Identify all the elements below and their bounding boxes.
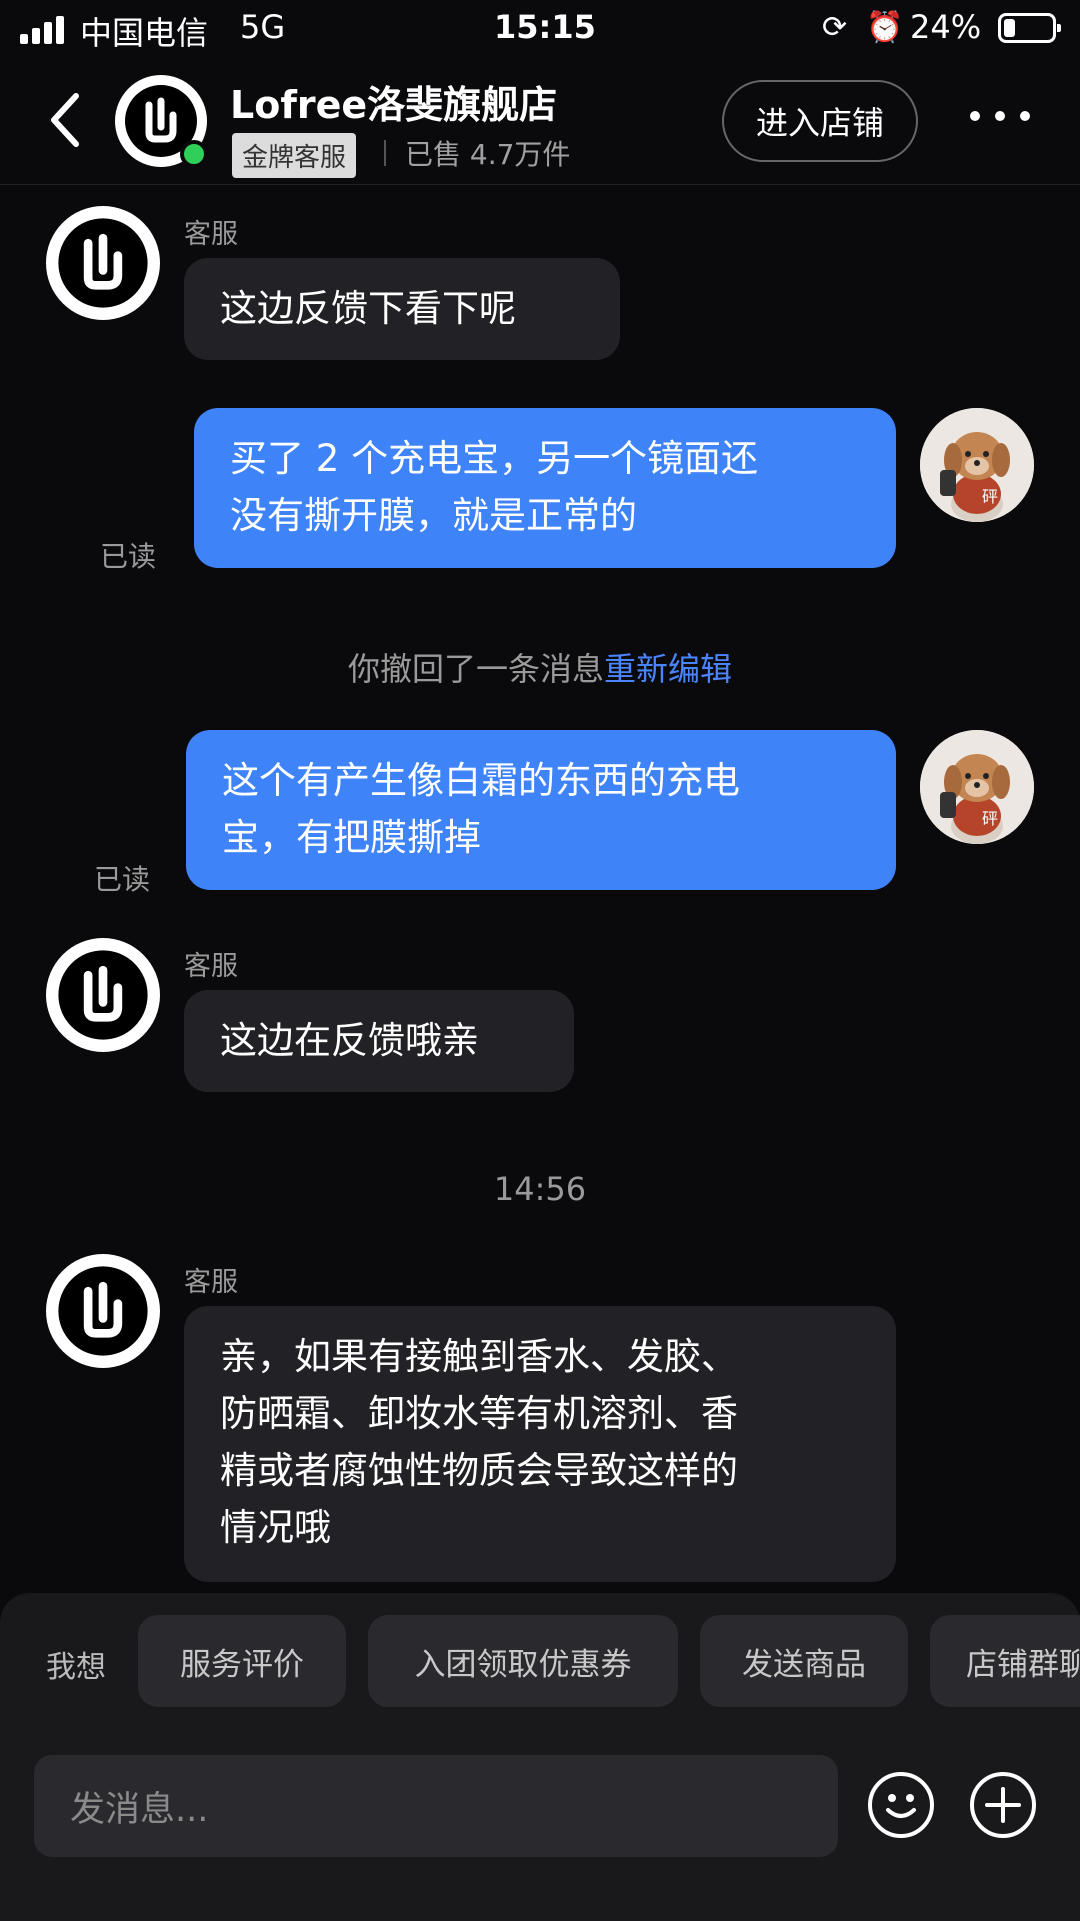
network-label: 5G	[240, 8, 286, 46]
message-line: 精或者腐蚀性物质会导致这样的	[220, 1449, 738, 1492]
carrier-label: 中国电信	[80, 14, 209, 52]
more-icon[interactable]	[970, 96, 1030, 136]
shop-avatar[interactable]	[46, 938, 160, 1052]
shop-avatar[interactable]	[46, 1254, 160, 1368]
online-status-dot	[180, 140, 208, 168]
recall-notice: 你撤回了一条消息重新编辑	[0, 644, 1080, 690]
emoji-icon[interactable]	[868, 1772, 934, 1838]
message-line: 买了 2 个充电宝，另一个镜面还	[230, 437, 759, 480]
status-time: 15:15	[494, 8, 596, 46]
chip-join-group-coupon[interactable]: 入团领取优惠券	[368, 1615, 678, 1707]
timestamp: 14:56	[493, 1170, 587, 1208]
recall-text: 你撤回了一条消息	[347, 650, 604, 688]
message-bubble-shop[interactable]: 这边在反馈哦亲	[184, 990, 574, 1092]
message-line: 情况哦	[220, 1506, 331, 1549]
gold-service-badge: 金牌客服	[232, 133, 357, 178]
message-bubble-shop[interactable]: 亲，如果有接触到香水、发胶、 防晒霜、卸妆水等有机溶剂、香 精或者腐蚀性物质会导…	[184, 1306, 896, 1582]
message-input[interactable]: 发消息...	[34, 1755, 838, 1857]
chip-shop-group[interactable]: 店铺群聊	[930, 1615, 1080, 1707]
sender-name: 客服	[184, 1267, 238, 1298]
message-line: 宝，有把膜撕掉	[222, 816, 481, 859]
message-line: 这个有产生像白霜的东西的充电	[222, 759, 740, 802]
chip-service-rating[interactable]: 服务评价	[138, 1615, 346, 1707]
battery-percent: 24%	[910, 8, 982, 46]
chip-send-product[interactable]: 发送商品	[700, 1615, 908, 1707]
message-bubble-user[interactable]: 买了 2 个充电宝，另一个镜面还 没有撕开膜，就是正常的	[194, 408, 896, 568]
re-edit-link[interactable]: 重新编辑	[604, 650, 732, 688]
sender-name: 客服	[184, 951, 238, 982]
signal-icon	[20, 14, 66, 44]
shop-avatar[interactable]	[46, 206, 160, 320]
read-receipt: 已读	[100, 540, 157, 573]
message-line: 防晒霜、卸妆水等有机溶剂、香	[220, 1392, 738, 1435]
shop-name[interactable]: Lofree洛斐旗舰店	[230, 74, 557, 129]
message-line: 亲，如果有接触到香水、发胶、	[220, 1335, 738, 1378]
user-avatar[interactable]: 砰	[920, 408, 1034, 522]
enter-shop-button[interactable]: 进入店铺	[722, 80, 918, 162]
avatar-label: 砰	[982, 487, 998, 506]
header-divider	[0, 184, 1080, 185]
battery-icon	[998, 13, 1061, 43]
avatar-label: 砰	[982, 809, 998, 828]
message-line: 没有撕开膜，就是正常的	[230, 494, 637, 537]
read-receipt: 已读	[94, 863, 151, 896]
quick-actions-label: 我想	[46, 1650, 106, 1685]
divider	[384, 140, 386, 166]
sold-count: 已售 4.7万件	[405, 138, 571, 171]
alarm-icon: ⏰	[866, 10, 904, 45]
back-icon[interactable]	[44, 88, 88, 152]
plus-icon[interactable]	[970, 1772, 1036, 1838]
user-avatar[interactable]: 砰	[920, 730, 1034, 844]
message-bubble-user[interactable]: 这个有产生像白霜的东西的充电 宝，有把膜撕掉	[186, 730, 896, 890]
rotation-lock-icon: ⟳	[822, 10, 848, 45]
message-bubble-shop[interactable]: 这边反馈下看下呢	[184, 258, 620, 360]
sender-name: 客服	[184, 219, 238, 250]
status-bar: 中国电信 5G 15:15 ⟳ ⏰ 24%	[0, 0, 1080, 60]
